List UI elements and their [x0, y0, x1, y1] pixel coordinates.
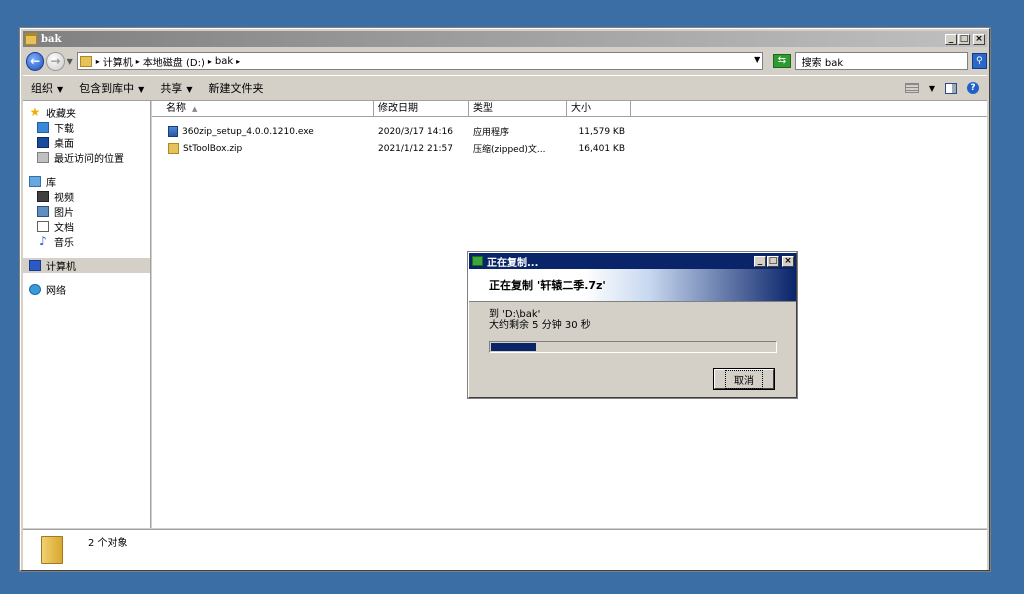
back-arrow-icon[interactable]: ←: [26, 51, 45, 71]
file-size: 11,579 KB: [578, 126, 625, 137]
pictures-icon: [37, 206, 49, 217]
breadcrumb-local-disk[interactable]: 本地磁盘 (D:): [143, 54, 205, 69]
nav-pictures[interactable]: 图片: [23, 204, 150, 219]
breadcrumb-bak[interactable]: bak: [215, 56, 233, 67]
breadcrumb-computer[interactable]: 计算机: [103, 54, 133, 69]
documents-icon: [37, 221, 49, 232]
command-toolbar: 组织 ▼ 包含到库中 ▼ 共享 ▼ 新建文件夹 ▼ ?: [23, 75, 987, 101]
column-name[interactable]: 名称 ▲: [152, 101, 374, 117]
file-size: 16,401 KB: [578, 143, 625, 154]
nav-documents[interactable]: 文档: [23, 219, 150, 234]
copy-progress-dialog: 正在复制... _ □ × 正在复制 '轩辕二季.7z' 到 'D:\bak' …: [467, 251, 798, 399]
nav-computer[interactable]: 计算机: [23, 258, 150, 273]
sort-ascending-icon: ▲: [192, 105, 198, 113]
details-pane: 2 个对象: [23, 529, 987, 570]
copy-icon: [472, 256, 483, 266]
network-icon: [29, 284, 41, 295]
file-type: 应用程序: [473, 128, 510, 138]
computer-icon: [29, 260, 41, 271]
close-button[interactable]: ×: [973, 33, 985, 45]
address-dropdown-icon[interactable]: ▼: [754, 55, 760, 64]
table-row[interactable]: StToolBox.zip 2021/1/12 21:57 压缩(zipped)…: [152, 140, 987, 157]
include-library-button[interactable]: 包含到库中 ▼: [71, 80, 152, 96]
column-modified[interactable]: 修改日期: [374, 101, 469, 117]
zip-folder-icon: [168, 143, 179, 154]
share-button[interactable]: 共享 ▼: [152, 80, 200, 96]
minimize-button[interactable]: _: [945, 33, 957, 45]
exe-file-icon: [168, 126, 178, 137]
maximize-button[interactable]: □: [958, 33, 970, 45]
folder-icon: [41, 536, 63, 564]
library-icon: [29, 176, 41, 187]
nav-desktop[interactable]: 桌面: [23, 135, 150, 150]
dialog-title: 正在复制...: [487, 257, 539, 269]
table-row[interactable]: 360zip_setup_4.0.0.1210.exe 2020/3/17 14…: [152, 123, 987, 140]
desktop-icon: [37, 137, 49, 148]
column-type[interactable]: 类型: [469, 101, 567, 117]
copy-destination: 到 'D:\bak': [489, 309, 541, 320]
address-bar[interactable]: ▸ 计算机 ▸ 本地磁盘 (D:) ▸ bak ▸ ▼: [76, 52, 764, 70]
nav-libraries[interactable]: 库: [23, 174, 150, 189]
chevron-right-icon[interactable]: ▸: [208, 57, 212, 66]
file-name: StToolBox.zip: [183, 143, 243, 154]
folder-icon: [25, 33, 37, 45]
nav-downloads[interactable]: 下载: [23, 120, 150, 135]
address-row: ← → ▼ ▸ 计算机 ▸ 本地磁盘 (D:) ▸ bak ▸ ▼ ⇆ 搜索 b…: [23, 49, 987, 73]
nav-network[interactable]: 网络: [23, 282, 150, 297]
item-count: 2 个对象: [88, 538, 128, 549]
file-type: 压缩(zipped)文...: [473, 145, 546, 155]
preview-pane-icon[interactable]: [945, 82, 957, 94]
downloads-icon: [37, 122, 49, 133]
file-modified: 2020/3/17 14:16: [378, 126, 453, 137]
dialog-title-bar[interactable]: 正在复制... _ □ ×: [469, 253, 796, 269]
view-dropdown-icon[interactable]: ▼: [929, 84, 935, 93]
nav-favorites[interactable]: ★ 收藏夹: [23, 105, 150, 120]
column-headers: 名称 ▲ 修改日期 类型 大小: [152, 101, 987, 117]
folder-icon: [79, 55, 92, 67]
dialog-minimize-button[interactable]: _: [754, 255, 766, 267]
chevron-right-icon[interactable]: ▸: [136, 57, 140, 66]
time-remaining: 大约剩余 5 分钟 30 秒: [489, 320, 591, 331]
search-icon[interactable]: ⚲: [971, 53, 987, 69]
nav-videos[interactable]: 视频: [23, 189, 150, 204]
dialog-close-button[interactable]: ×: [782, 255, 794, 267]
title-bar[interactable]: bak _ □ ×: [23, 31, 987, 47]
help-icon[interactable]: ?: [967, 82, 979, 94]
column-size[interactable]: 大小: [567, 101, 631, 117]
recent-places-icon: [37, 152, 49, 163]
nav-music[interactable]: ♪ 音乐: [23, 234, 150, 249]
progress-fill: [491, 343, 537, 351]
music-icon: ♪: [39, 234, 47, 248]
window-title: bak: [41, 33, 62, 45]
navigation-pane: ★ 收藏夹 下载 桌面 最近访问的位置 库 视频 图片 文档 ♪ 音乐 计算机 网络: [23, 101, 151, 528]
history-dropdown-icon[interactable]: ▼: [67, 57, 73, 66]
view-options-icon[interactable]: [904, 83, 919, 93]
file-modified: 2021/1/12 21:57: [378, 143, 453, 154]
chevron-right-icon[interactable]: ▸: [236, 57, 240, 66]
organize-button[interactable]: 组织 ▼: [23, 80, 71, 96]
dialog-maximize-button[interactable]: □: [767, 255, 779, 267]
cancel-button[interactable]: 取消: [713, 368, 775, 390]
search-placeholder: 搜索 bak: [801, 57, 844, 69]
refresh-icon[interactable]: ⇆: [773, 54, 791, 68]
forward-arrow-icon[interactable]: →: [46, 51, 65, 71]
dialog-heading: 正在复制 '轩辕二季.7z': [469, 269, 796, 302]
star-icon: ★: [29, 105, 41, 119]
chevron-right-icon[interactable]: ▸: [96, 57, 100, 66]
file-name: 360zip_setup_4.0.0.1210.exe: [182, 126, 314, 137]
search-input[interactable]: 搜索 bak: [794, 52, 968, 70]
video-icon: [37, 191, 49, 202]
copy-progress-bar: [489, 341, 777, 353]
new-folder-button[interactable]: 新建文件夹: [200, 80, 271, 96]
nav-recent[interactable]: 最近访问的位置: [23, 150, 150, 165]
